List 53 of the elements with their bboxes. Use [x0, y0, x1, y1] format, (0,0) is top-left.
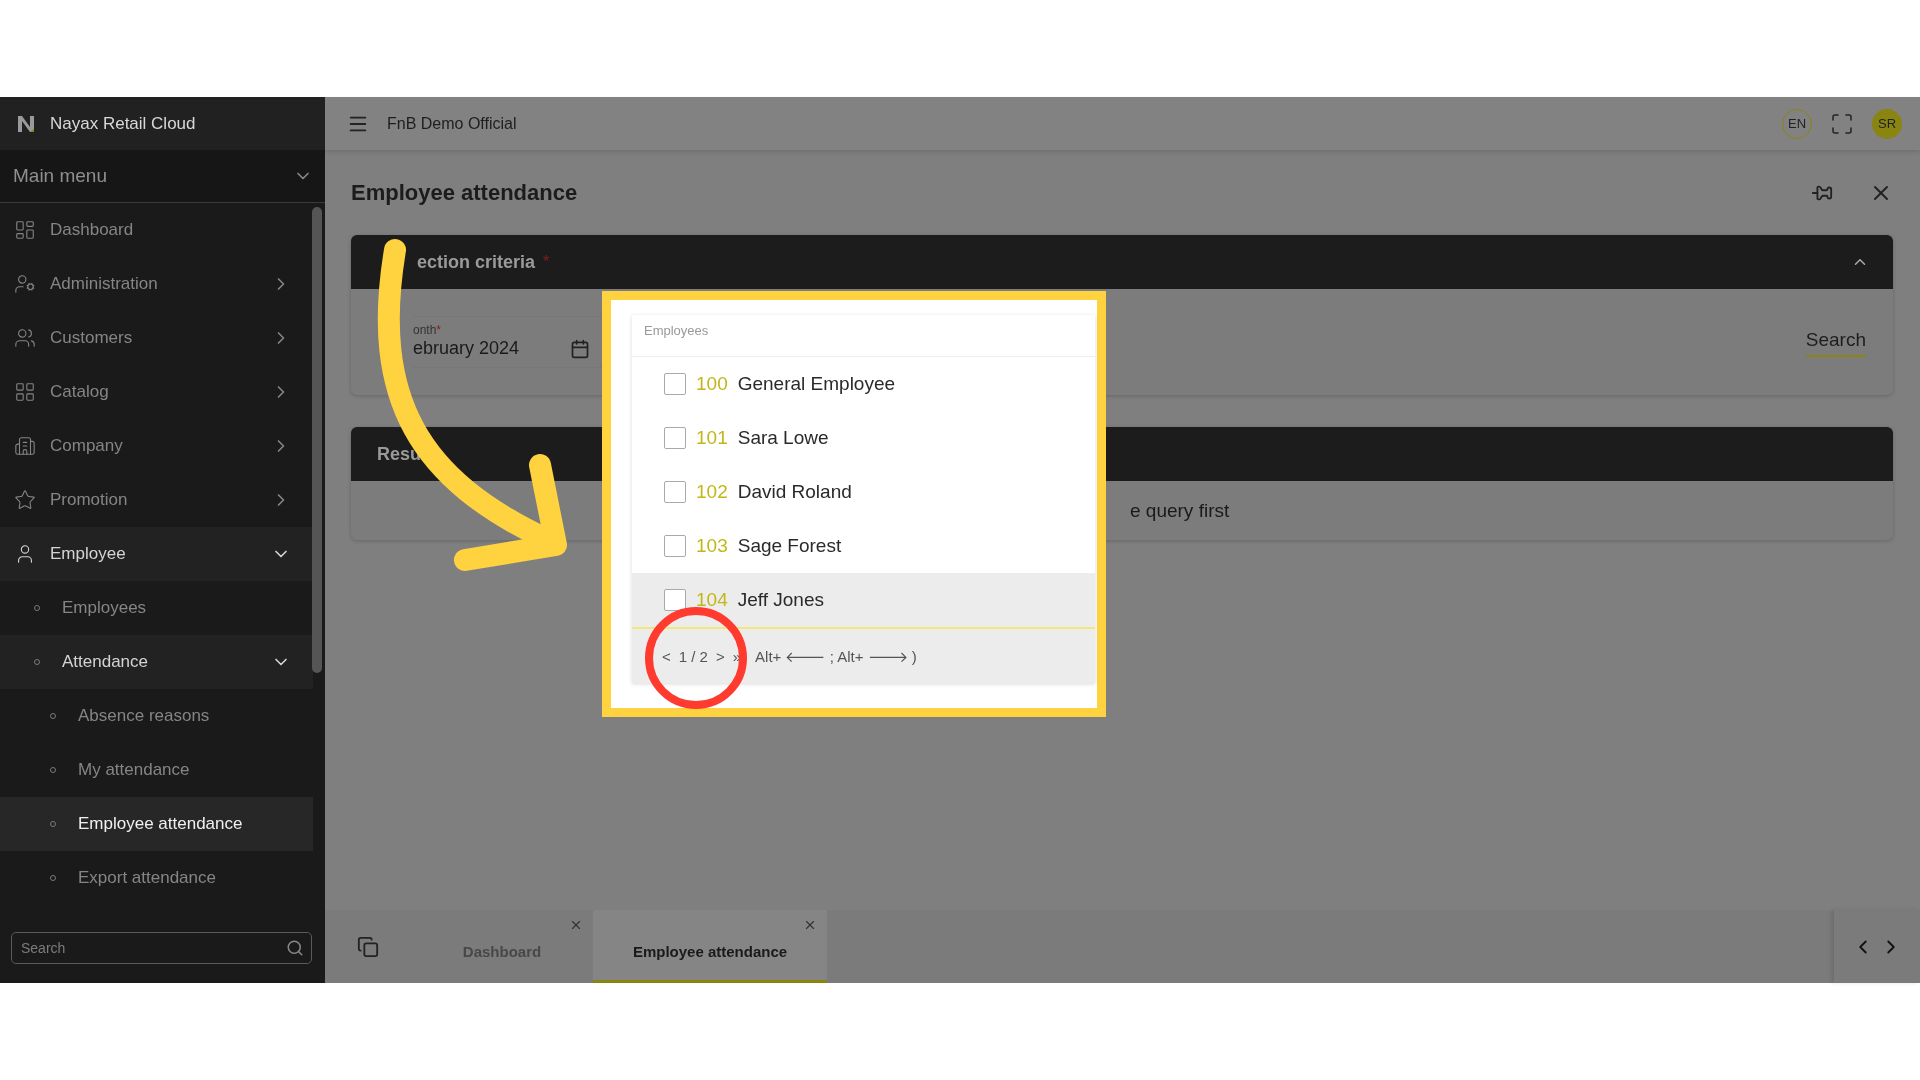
sidebar-item[interactable]: Employee attendance: [0, 797, 313, 851]
panel-title: ection criteria: [417, 251, 536, 273]
employee-option[interactable]: 100 General Employee: [632, 357, 1095, 411]
field-label: Employees: [644, 323, 709, 338]
calendar-icon[interactable]: [570, 339, 590, 359]
sidebar-item[interactable]: Administration: [0, 257, 313, 311]
logo-icon: [16, 113, 36, 134]
close-icon[interactable]: [803, 918, 817, 932]
employee-option[interactable]: 103 Sage Forest: [632, 519, 1095, 573]
sidebar-item[interactable]: My attendance: [0, 743, 313, 797]
menu-item-icon: [14, 435, 36, 457]
sidebar-item[interactable]: Export attendance: [0, 851, 313, 905]
sidebar-item[interactable]: Absence reasons: [0, 689, 313, 743]
user-avatar[interactable]: SR: [1872, 108, 1902, 139]
page-indicator: 1 / 2: [678, 647, 708, 665]
scrollbar[interactable]: [312, 207, 322, 673]
sidebar-item[interactable]: Dashboard: [0, 203, 313, 257]
shortcut-hint: Alt+ 🡐 ; Alt+ 🡒 ): [755, 646, 917, 666]
results-message: e query first: [1130, 499, 1230, 522]
sidebar-item[interactable]: Attendance: [0, 635, 313, 689]
search-button[interactable]: Search: [1805, 327, 1866, 357]
checkbox[interactable]: [664, 535, 686, 557]
page-title: Employee attendance: [351, 179, 579, 206]
previous-page-button[interactable]: <: [662, 647, 671, 665]
page-tab[interactable]: Employee attendance: [593, 910, 827, 983]
employee-option[interactable]: 101 Sara Lowe: [632, 411, 1095, 465]
checkbox[interactable]: [664, 481, 686, 503]
sidebar-item[interactable]: Company: [0, 419, 313, 473]
sidebar-item[interactable]: Employees: [0, 581, 313, 635]
windows-icon[interactable]: [357, 935, 379, 958]
search-field[interactable]: Search: [11, 932, 312, 964]
menu-item-icon: [14, 327, 36, 349]
sidebar-item[interactable]: Promotion: [0, 473, 313, 527]
sidebar-item[interactable]: Catalog: [0, 365, 313, 419]
employee-option[interactable]: 104 Jeff Jones: [632, 573, 1095, 627]
main-menu-header[interactable]: Main menu: [0, 150, 325, 203]
employee-option[interactable]: 102 David Roland: [632, 465, 1095, 519]
sidebar-item[interactable]: Customers: [0, 311, 313, 365]
menu-item-icon: [14, 273, 36, 295]
sidebar-item[interactable]: Employee: [0, 527, 313, 581]
fullscreen-icon[interactable]: [1830, 111, 1854, 136]
brand-name: Nayax Retail Cloud: [50, 113, 196, 134]
checkbox[interactable]: [664, 427, 686, 449]
company-name: FnB Demo Official: [387, 114, 518, 133]
checkbox[interactable]: [664, 589, 686, 611]
next-page-button[interactable]: >: [715, 647, 725, 665]
menu-item-icon: [14, 219, 36, 241]
close-icon[interactable]: [569, 918, 583, 932]
menu-item-icon: [14, 381, 36, 403]
checkbox[interactable]: [664, 373, 686, 395]
search-icon: [286, 939, 304, 957]
required-mark: *: [543, 253, 551, 271]
menu-item-icon: [14, 489, 36, 511]
